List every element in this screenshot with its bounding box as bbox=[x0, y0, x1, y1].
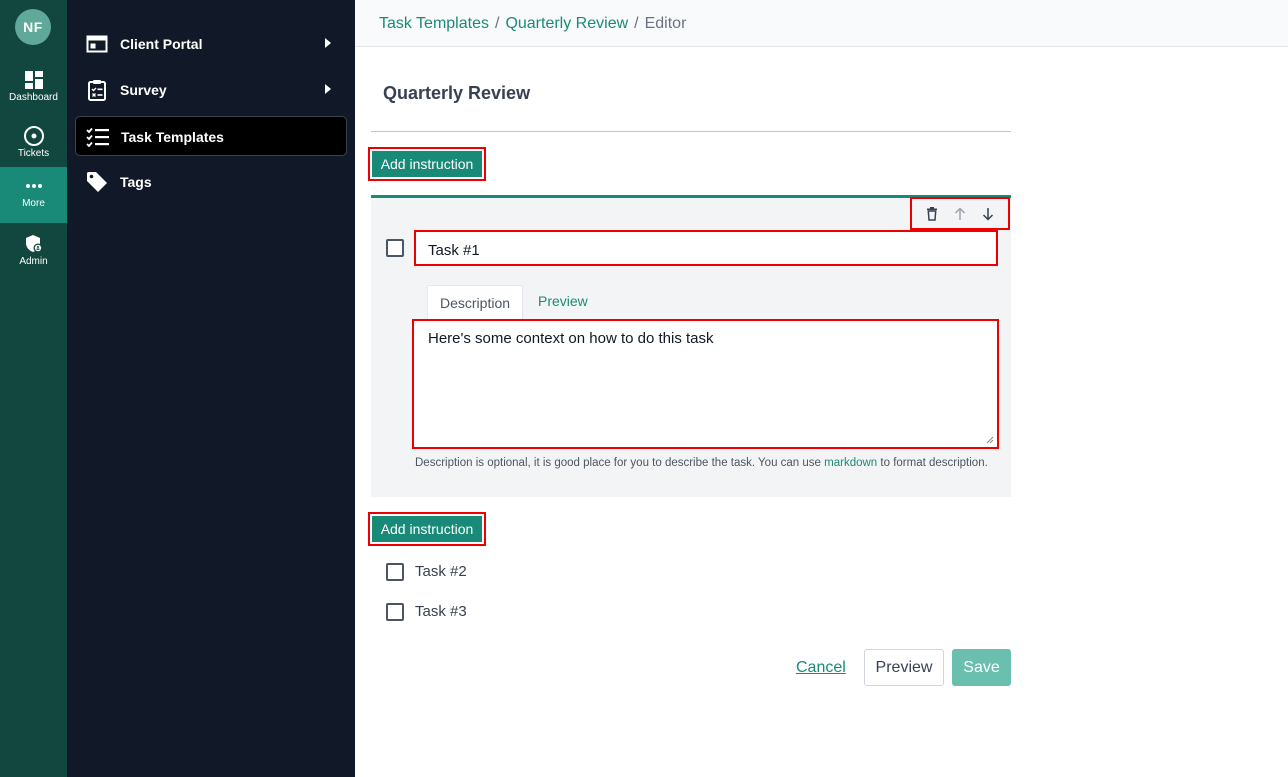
rail-item-dashboard[interactable]: Dashboard bbox=[0, 61, 67, 117]
tag-icon bbox=[85, 171, 109, 193]
add-instruction-bottom-highlight: Add instruction bbox=[368, 512, 486, 546]
task-2-checkbox[interactable] bbox=[386, 563, 404, 581]
task-tools-highlight bbox=[910, 197, 1010, 230]
task-1-checkbox[interactable] bbox=[386, 239, 404, 257]
task-1-title-input[interactable]: Task #1 bbox=[414, 230, 998, 266]
page-title: Quarterly Review bbox=[383, 83, 531, 103]
rail-item-more[interactable]: More bbox=[0, 167, 67, 223]
rail-label-admin: Admin bbox=[19, 256, 48, 267]
help-text-after: to format description. bbox=[880, 457, 988, 469]
checklist-icon bbox=[86, 126, 110, 148]
task-2-title[interactable]: Task #2 bbox=[415, 563, 467, 580]
move-down-icon[interactable] bbox=[977, 203, 999, 225]
rail-label-tickets: Tickets bbox=[17, 148, 50, 159]
portal-window-icon bbox=[85, 33, 109, 55]
task-1-title-value: Task #1 bbox=[428, 242, 480, 259]
help-text-before: Description is optional, it is good plac… bbox=[415, 457, 821, 469]
task-3-title[interactable]: Task #3 bbox=[415, 603, 467, 620]
tab-preview[interactable]: Preview bbox=[538, 293, 588, 309]
resize-handle-icon[interactable] bbox=[986, 436, 994, 444]
subnav-item-tags[interactable]: Tags bbox=[75, 162, 347, 202]
breadcrumb: Task Templates / Quarterly Review / Editor bbox=[379, 15, 686, 33]
ticket-icon bbox=[23, 125, 45, 147]
app-root: NF Dashboard Tickets More Admin Client P… bbox=[0, 0, 1288, 777]
cancel-link[interactable]: Cancel bbox=[796, 659, 846, 677]
caret-right-icon bbox=[325, 38, 331, 48]
rail-item-admin[interactable]: Admin bbox=[0, 225, 67, 281]
add-instruction-button-bottom[interactable]: Add instruction bbox=[372, 516, 482, 542]
move-up-icon[interactable] bbox=[949, 203, 971, 225]
admin-shield-icon bbox=[24, 233, 44, 255]
task-1-description-textarea[interactable]: Here's some context on how to do this ta… bbox=[412, 319, 999, 449]
add-instruction-top-highlight: Add instruction bbox=[368, 147, 486, 181]
rail-item-tickets[interactable]: Tickets bbox=[0, 117, 67, 173]
task-1-description-value: Here's some context on how to do this ta… bbox=[428, 330, 714, 347]
breadcrumb-separator: / bbox=[634, 15, 639, 32]
save-button[interactable]: Save bbox=[952, 649, 1011, 686]
breadcrumb-separator: / bbox=[494, 15, 500, 32]
subnav-item-survey[interactable]: Survey bbox=[75, 70, 347, 110]
delete-icon[interactable] bbox=[921, 203, 943, 225]
title-divider bbox=[371, 131, 1011, 132]
task-3-checkbox[interactable] bbox=[386, 603, 404, 621]
subnav-item-client-portal[interactable]: Client Portal bbox=[75, 24, 347, 64]
preview-button[interactable]: Preview bbox=[864, 649, 944, 686]
breadcrumb-quarterly-review[interactable]: Quarterly Review bbox=[505, 15, 628, 32]
more-icon bbox=[24, 175, 44, 197]
breadcrumb-task-templates[interactable]: Task Templates bbox=[379, 15, 489, 32]
add-instruction-button-top[interactable]: Add instruction bbox=[372, 151, 482, 177]
clipboard-icon bbox=[85, 79, 109, 101]
subnav-label-task-templates: Task Templates bbox=[121, 129, 224, 145]
subnav-label-survey: Survey bbox=[120, 82, 167, 98]
rail-label-more: More bbox=[22, 198, 45, 209]
breadcrumb-editor: Editor bbox=[644, 15, 687, 32]
subnav-label-tags: Tags bbox=[120, 174, 152, 190]
subnav-item-task-templates[interactable]: Task Templates bbox=[75, 116, 347, 156]
caret-right-icon bbox=[325, 84, 331, 94]
rail-label-dashboard: Dashboard bbox=[9, 92, 58, 103]
description-help-text: Description is optional, it is good plac… bbox=[415, 455, 995, 471]
top-bar: Task Templates / Quarterly Review / Editor bbox=[355, 0, 1288, 47]
tab-description[interactable]: Description bbox=[427, 285, 523, 319]
left-rail: NF Dashboard Tickets More Admin bbox=[0, 0, 67, 777]
markdown-link[interactable]: markdown bbox=[824, 457, 877, 469]
sub-navigation: Client Portal Survey Task Templates Tags bbox=[67, 0, 355, 777]
dashboard-icon bbox=[24, 69, 44, 91]
user-avatar[interactable]: NF bbox=[15, 9, 51, 45]
subnav-label-client-portal: Client Portal bbox=[120, 36, 203, 52]
